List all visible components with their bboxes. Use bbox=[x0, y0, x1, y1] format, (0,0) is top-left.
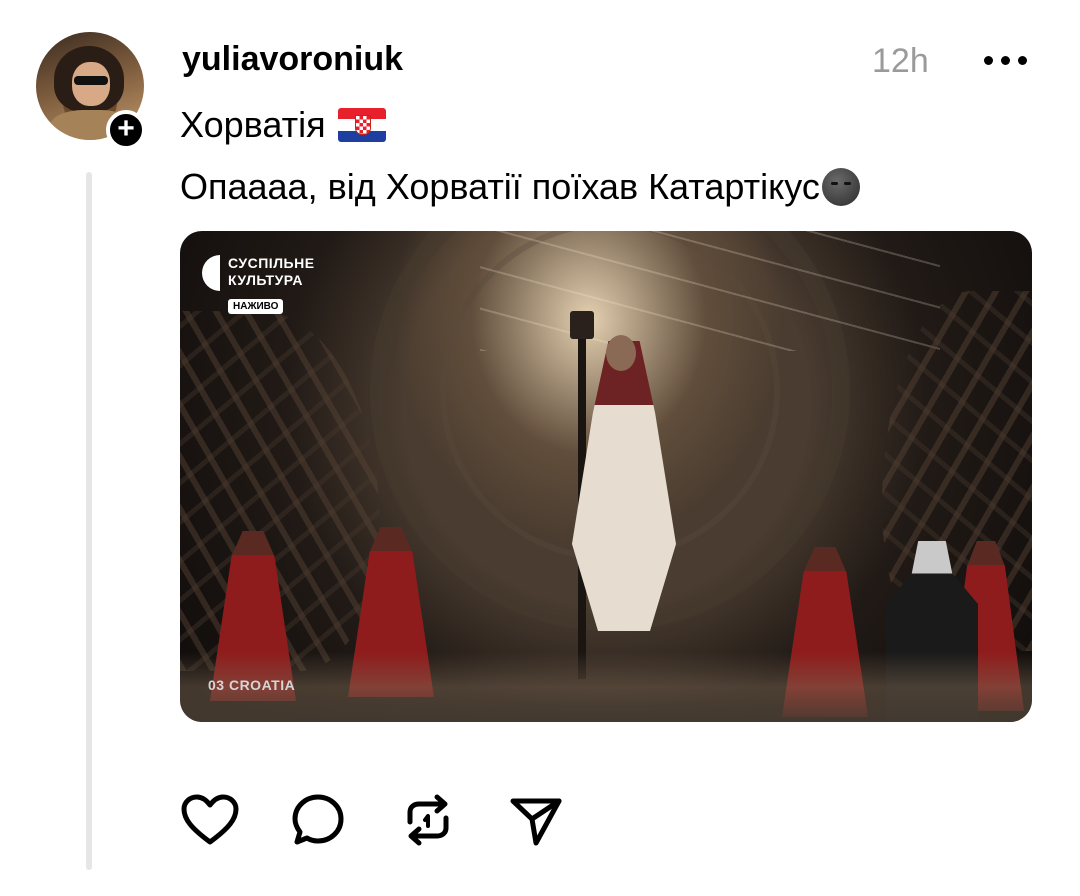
like-button[interactable] bbox=[180, 790, 240, 850]
post-image[interactable]: СУСПІЛЬНЕ КУЛЬТУРА НАЖИВО 03 CROATIA bbox=[180, 231, 1032, 722]
reply-button[interactable] bbox=[288, 790, 348, 850]
username[interactable]: yuliavoroniuk bbox=[182, 40, 403, 79]
comment-icon bbox=[292, 794, 344, 845]
live-badge: НАЖИВО bbox=[228, 299, 284, 314]
repost-icon bbox=[407, 794, 449, 846]
new-moon-face-icon bbox=[821, 168, 860, 206]
thread-line bbox=[86, 172, 92, 870]
repost-button[interactable] bbox=[398, 790, 458, 850]
share-button[interactable] bbox=[506, 790, 566, 850]
broadcaster-name: СУСПІЛЬНЕ КУЛЬТУРА bbox=[228, 255, 315, 288]
follow-plus-icon[interactable]: + bbox=[106, 110, 146, 150]
post-body: Опаааа, від Хорватії поїхав Катартікус bbox=[180, 166, 820, 207]
croatia-flag-icon bbox=[337, 108, 386, 142]
topic-tag[interactable]: Хорватія bbox=[180, 104, 386, 146]
timestamp: 12h bbox=[872, 42, 929, 80]
country-label: 03 CROATIA bbox=[208, 677, 296, 693]
post-text: Опаааа, від Хорватії поїхав Катартікус bbox=[180, 166, 860, 208]
broadcaster-logo: СУСПІЛЬНЕ КУЛЬТУРА bbox=[202, 255, 338, 291]
send-icon bbox=[510, 798, 562, 846]
avatar-container: + bbox=[36, 32, 148, 150]
more-options-icon[interactable] bbox=[984, 48, 1032, 72]
heart-icon bbox=[181, 794, 239, 845]
topic-label: Хорватія bbox=[180, 104, 326, 145]
broadcaster-logo-icon bbox=[202, 255, 220, 291]
